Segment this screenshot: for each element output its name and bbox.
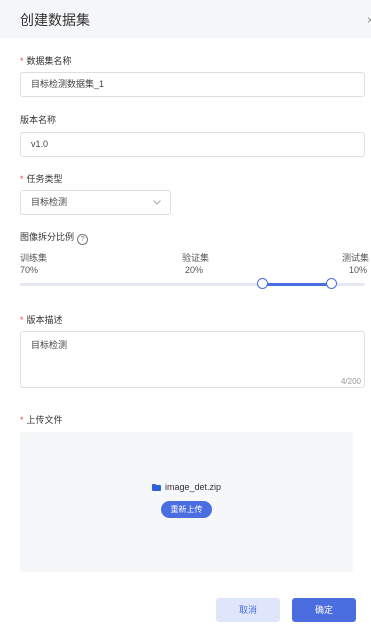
required-mark: * — [20, 315, 24, 325]
description-value: 目标检测 — [31, 340, 68, 350]
version-name-input[interactable]: v1.0 — [20, 132, 365, 157]
task-type-label-text: 任务类型 — [26, 174, 63, 184]
cancel-button[interactable]: 取消 — [216, 598, 280, 622]
slider-handle-val-test[interactable] — [326, 278, 337, 289]
char-counter: 4/200 — [340, 377, 361, 386]
upload-area[interactable]: image_det.zip 重新上传 — [20, 432, 353, 572]
file-name: image_det.zip — [164, 482, 222, 492]
upload-label-text: 上传文件 — [26, 415, 63, 425]
task-type-value: 目标检测 — [31, 197, 68, 207]
task-type-select[interactable]: 目标检测 — [20, 190, 171, 215]
chevron-down-icon — [153, 200, 161, 205]
test-set-value: 10% — [349, 265, 368, 275]
upload-label: * 上传文件 — [20, 413, 63, 426]
dataset-name-label: * 数据集名称 — [20, 54, 72, 67]
test-set-label: 测试集 — [342, 253, 370, 263]
required-mark: * — [20, 415, 24, 425]
required-mark: * — [20, 174, 24, 184]
close-icon[interactable]: × — [367, 13, 371, 27]
dataset-name-input[interactable]: 目标检测数据集_1 — [20, 72, 365, 97]
split-ratio-label: 图像拆分比例? — [20, 230, 89, 245]
dialog-header: 创建数据集 × — [0, 0, 371, 38]
slider-handle-train-val[interactable] — [257, 278, 268, 289]
help-icon[interactable]: ? — [77, 234, 89, 245]
val-set-label: 验证集 — [182, 253, 210, 263]
confirm-button[interactable]: 确定 — [292, 598, 356, 622]
split-ratio-label-text: 图像拆分比例 — [20, 232, 75, 242]
required-mark: * — [20, 56, 24, 66]
dataset-name-label-text: 数据集名称 — [26, 56, 72, 66]
train-set-label: 训练集 — [20, 253, 48, 263]
task-type-label: * 任务类型 — [20, 172, 63, 185]
reupload-button[interactable]: 重新上传 — [161, 501, 212, 518]
split-slider-range — [262, 283, 332, 286]
val-set-value: 20% — [185, 265, 204, 275]
description-label: * 版本描述 — [20, 313, 63, 326]
uploaded-file: image_det.zip — [20, 482, 353, 492]
description-label-text: 版本描述 — [26, 315, 63, 325]
train-set-value: 70% — [20, 265, 39, 275]
version-name-label: 版本名称 — [20, 115, 57, 125]
description-textarea[interactable]: 目标检测 4/200 — [20, 331, 365, 388]
dialog-title: 创建数据集 — [20, 12, 90, 28]
folder-icon — [151, 484, 161, 491]
